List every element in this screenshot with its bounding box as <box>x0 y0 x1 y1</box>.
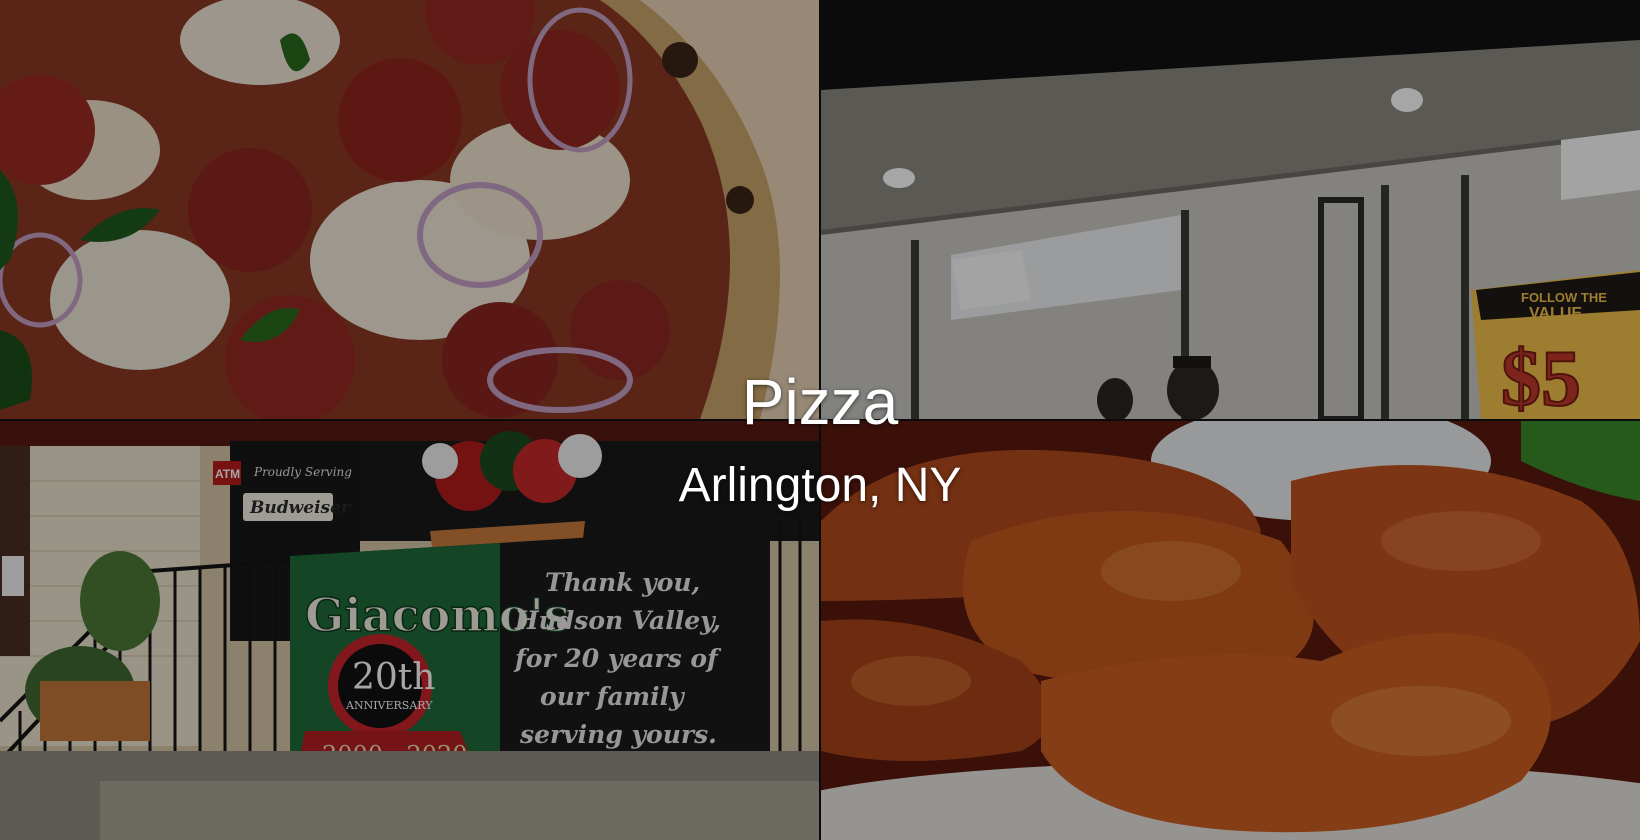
anniversary-word-text: ANNIVERSARY <box>345 699 433 712</box>
sign-follow-text: FOLLOW THE <box>1521 290 1607 305</box>
sign-value-text: VALUE <box>1529 305 1582 322</box>
wings-photo <box>821 421 1640 840</box>
thanks-line-5: serving yours. <box>519 720 717 749</box>
pizza-photo <box>0 0 819 419</box>
storefront-photo: FOLLOW THE VALUE $5 <box>821 0 1640 419</box>
thanks-line-3: for 20 years of <box>513 644 722 673</box>
window-atm-text: ATM <box>215 467 240 481</box>
window-proudly-serving-text: Proudly Serving <box>253 465 352 479</box>
banner-photo: Proudly Serving Budweiser ATM Giacomo's … <box>0 421 819 840</box>
thanks-line-4: our family <box>540 682 685 711</box>
window-budweiser-text: Budweiser <box>249 498 351 518</box>
thanks-line-2: Hudson Valley, <box>514 606 721 635</box>
sign-price-text: $5 <box>1501 335 1581 419</box>
photo-collage: FOLLOW THE VALUE $5 Proudly Serving Budw… <box>0 0 1640 840</box>
anniversary-number-text: 20th <box>352 657 435 698</box>
thanks-line-1: Thank you, <box>545 568 700 597</box>
